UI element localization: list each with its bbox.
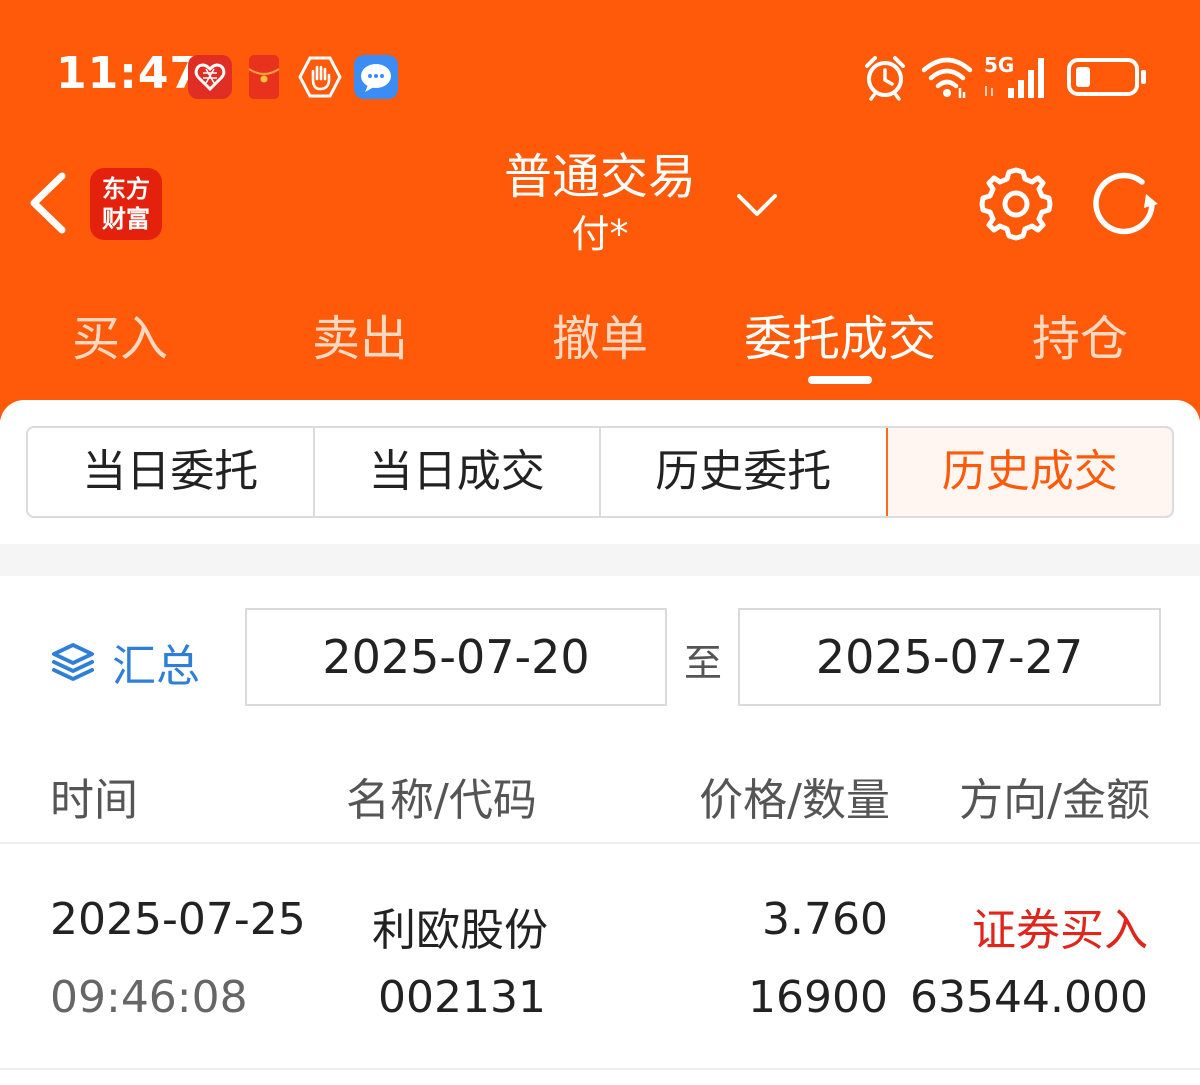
table-header: 时间 名称/代码 价格/数量 方向/金额 xyxy=(0,750,1200,844)
hand-stop-icon xyxy=(298,55,342,99)
column-header-name-code: 名称/代码 xyxy=(346,775,537,826)
account-name: 付* xyxy=(571,212,629,256)
tab-cancel-order[interactable]: 撤单 xyxy=(520,296,680,386)
end-date-field[interactable]: 2025-07-27 xyxy=(738,608,1161,706)
segment-history-orders[interactable]: 历史委托 xyxy=(601,428,888,516)
battery-icon xyxy=(1066,52,1150,102)
logo-line-2: 财富 xyxy=(102,204,150,233)
trade-direction: 证券买入 xyxy=(972,905,1148,956)
account-selector[interactable]: 普通交易 付* xyxy=(440,146,760,260)
stock-name: 利欧股份 xyxy=(372,905,548,956)
summary-button[interactable]: 汇总 xyxy=(50,632,200,692)
chevron-down-icon[interactable] xyxy=(734,184,780,224)
segment-today-trades[interactable]: 当日成交 xyxy=(315,428,601,516)
signal-icon: 5G xyxy=(984,52,1054,102)
section-divider xyxy=(0,544,1200,576)
nav-bar: 东方 财富 普通交易 付* xyxy=(0,140,1200,270)
trade-date: 2025-07-25 xyxy=(50,894,306,945)
message-app-icon xyxy=(354,55,398,99)
trade-amount: 63544.000 xyxy=(910,972,1148,1023)
segment-today-orders[interactable]: 当日委托 xyxy=(28,428,315,516)
tab-positions[interactable]: 持仓 xyxy=(1000,296,1160,386)
content-panel: 当日委托 当日成交 历史委托 历史成交 汇总 2025-07-20 至 2025… xyxy=(0,400,1200,1085)
page-title: 普通交易 xyxy=(503,149,696,205)
trade-quantity: 16900 xyxy=(748,972,888,1023)
logo-line-1: 东方 xyxy=(102,174,150,203)
network-type-label: 5G xyxy=(984,53,1014,77)
app-header: 11:47 5G 东方 财富 普通交易 付* 买入 卖出 撤单 委托成交 持仓 xyxy=(0,0,1200,420)
date-filter: 汇总 2025-07-20 至 2025-07-27 xyxy=(0,576,1200,726)
layers-icon xyxy=(50,639,96,685)
pinduoduo-app-icon xyxy=(188,55,232,99)
record-type-segment: 当日委托 当日成交 历史委托 历史成交 xyxy=(26,426,1174,518)
stock-code: 002131 xyxy=(378,972,546,1023)
column-header-direction-amount: 方向/金额 xyxy=(959,775,1150,826)
date-range-separator: 至 xyxy=(684,641,723,685)
wifi-icon xyxy=(920,52,974,102)
segment-history-trades[interactable]: 历史成交 xyxy=(885,428,1172,516)
trade-price: 3.760 xyxy=(762,894,888,945)
main-tabs: 买入 卖出 撤单 委托成交 持仓 xyxy=(0,296,1200,396)
tab-orders-trades[interactable]: 委托成交 xyxy=(730,296,950,386)
gear-icon[interactable] xyxy=(976,164,1056,244)
refresh-icon[interactable] xyxy=(1086,164,1166,244)
alarm-icon xyxy=(862,52,908,102)
back-arrow-icon[interactable] xyxy=(26,168,70,238)
summary-label: 汇总 xyxy=(112,641,200,692)
tab-sell[interactable]: 卖出 xyxy=(280,296,440,386)
status-bar: 11:47 5G xyxy=(0,0,1200,150)
red-envelope-icon xyxy=(248,55,280,99)
column-header-price-qty: 价格/数量 xyxy=(699,775,890,826)
status-time: 11:47 xyxy=(56,48,202,99)
trade-time: 09:46:08 xyxy=(50,972,248,1023)
start-date-field[interactable]: 2025-07-20 xyxy=(245,608,667,706)
brand-logo: 东方 财富 xyxy=(90,168,162,240)
column-header-time: 时间 xyxy=(50,775,138,826)
table-row[interactable]: 2025-07-25 09:46:08 利欧股份 002131 3.760 16… xyxy=(0,846,1200,1070)
active-tab-indicator xyxy=(808,376,872,384)
tab-buy[interactable]: 买入 xyxy=(40,296,200,386)
